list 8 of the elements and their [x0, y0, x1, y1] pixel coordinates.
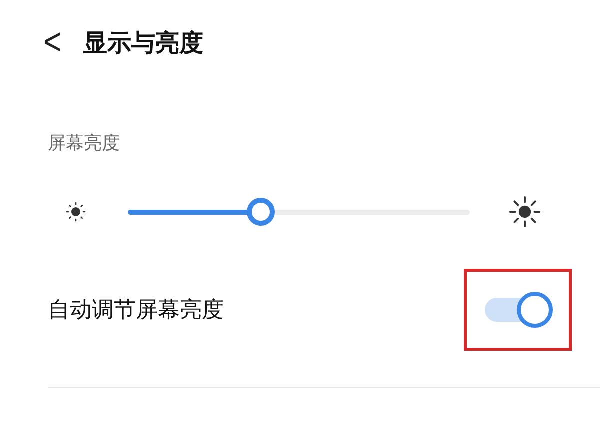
- setting-label: 自动调节屏幕亮度: [48, 296, 224, 324]
- section-label: 屏幕亮度: [48, 132, 121, 156]
- slider-thumb[interactable]: [247, 198, 276, 226]
- back-button[interactable]: <: [44, 24, 62, 62]
- page-title: 显示与亮度: [84, 28, 204, 59]
- brightness-slider[interactable]: [128, 198, 470, 226]
- sun-icon: [508, 195, 542, 229]
- toggle-switch[interactable]: [483, 292, 553, 328]
